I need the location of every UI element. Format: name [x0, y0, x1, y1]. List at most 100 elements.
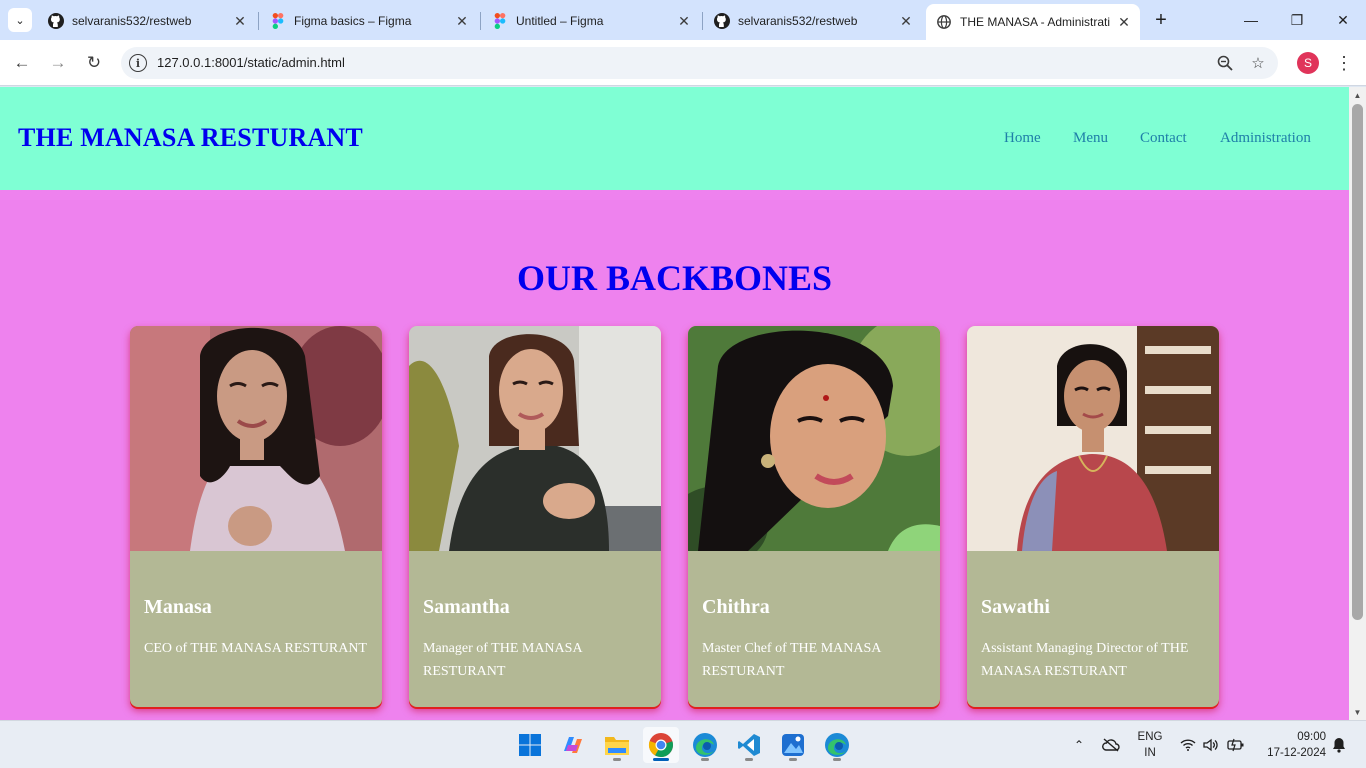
restore-button[interactable]: ❐ — [1277, 6, 1317, 34]
tab-restweb-2[interactable]: selvaranis532/restweb ✕ — [704, 6, 922, 36]
tab-strip: ⌄ selvaranis532/restweb ✕ Figma basics –… — [0, 0, 1366, 40]
running-indicator — [789, 758, 797, 761]
site-info-icon[interactable]: i — [129, 54, 147, 72]
team-card-chithra: Chithra Master Chef of THE MANASA RESTUR… — [688, 326, 940, 707]
team-photo-sawathi — [967, 326, 1219, 551]
scroll-up-arrow-icon[interactable]: ▲ — [1349, 87, 1366, 103]
tab-title: Untitled – Figma — [516, 14, 604, 28]
tab-title: selvaranis532/restweb — [72, 14, 192, 28]
nav-home[interactable]: Home — [1004, 130, 1041, 147]
tab-title: Figma basics – Figma — [294, 14, 412, 28]
team-name: Manasa — [144, 596, 212, 618]
running-indicator — [653, 758, 669, 761]
tab-title: THE MANASA - Administrati — [960, 15, 1111, 29]
forward-button[interactable]: → — [45, 50, 71, 76]
cloud-offline-icon[interactable] — [1100, 721, 1122, 768]
zoom-icon[interactable] — [1215, 53, 1235, 73]
team-role: CEO of THE MANASA RESTURANT — [144, 641, 367, 656]
team-card-samantha: Samantha Manager of THE MANASA RESTURANT — [409, 326, 661, 707]
menu-kebab-icon[interactable]: ⋮ — [1334, 51, 1354, 75]
team-name: Samantha — [423, 596, 510, 618]
running-indicator — [833, 758, 841, 761]
taskbar-clock[interactable]: 09:00 17-12-2024 — [1258, 729, 1326, 761]
arrow-right-icon: → — [49, 53, 67, 72]
tab-separator — [480, 12, 481, 30]
team-role: Assistant Managing Director of THE MANAS… — [981, 641, 1189, 679]
scrollbar-thumb[interactable] — [1352, 104, 1363, 620]
browser-toolbar: ← → ↻ i 127.0.0.1:8001/static/admin.html… — [0, 40, 1366, 86]
vscode-icon[interactable] — [731, 727, 767, 763]
chrome-icon[interactable] — [643, 727, 679, 763]
new-tab-button[interactable]: + — [1150, 8, 1172, 32]
team-card-manasa: Manasa CEO of THE MANASA RESTURANT — [130, 326, 382, 707]
copilot-icon[interactable] — [555, 727, 591, 763]
edge-icon[interactable] — [687, 727, 723, 763]
page-scrollbar[interactable]: ▲ ▼ — [1349, 87, 1366, 720]
tab-restweb-1[interactable]: selvaranis532/restweb ✕ — [38, 6, 256, 36]
volume-icon[interactable] — [1201, 721, 1221, 768]
site-brand[interactable]: THE MANASA RESTURANT — [18, 123, 363, 153]
back-button[interactable]: ← — [9, 50, 35, 76]
close-icon[interactable]: ✕ — [898, 13, 914, 29]
team-name: Chithra — [702, 596, 770, 618]
photos-icon[interactable] — [775, 727, 811, 763]
language-region: IN — [1144, 747, 1156, 759]
url-text[interactable]: 127.0.0.1:8001/static/admin.html — [157, 55, 345, 70]
globe-icon — [936, 14, 952, 30]
close-icon: ✕ — [1337, 11, 1349, 28]
windows-start-icon[interactable] — [512, 727, 548, 763]
team-photo-manasa — [130, 326, 382, 551]
language-code: ENG — [1137, 731, 1163, 743]
reload-icon: ↻ — [86, 53, 102, 72]
clock-time: 09:00 — [1297, 731, 1326, 743]
running-indicator — [745, 758, 753, 761]
close-icon[interactable]: ✕ — [454, 13, 470, 29]
nav-contact[interactable]: Contact — [1140, 130, 1187, 147]
tab-separator — [258, 12, 259, 30]
tab-manasa-admin[interactable]: THE MANASA - Administrati ✕ — [926, 4, 1140, 40]
github-icon — [48, 13, 64, 29]
figma-icon — [492, 13, 508, 29]
file-explorer-icon[interactable] — [599, 727, 635, 763]
team-photo-samantha — [409, 326, 661, 551]
close-icon[interactable]: ✕ — [232, 13, 248, 29]
plus-icon: + — [1155, 8, 1167, 31]
nav-administration[interactable]: Administration — [1220, 130, 1311, 147]
team-role: Master Chef of THE MANASA RESTURANT — [702, 641, 881, 679]
team-name: Sawathi — [981, 596, 1050, 618]
wifi-icon[interactable] — [1178, 721, 1198, 768]
scroll-down-arrow-icon[interactable]: ▼ — [1349, 704, 1366, 720]
clock-date: 17-12-2024 — [1267, 747, 1326, 759]
close-icon[interactable]: ✕ — [1116, 14, 1132, 30]
restore-icon: ❐ — [1290, 11, 1304, 28]
team-photo-chithra — [688, 326, 940, 551]
tab-figma-untitled[interactable]: Untitled – Figma ✕ — [482, 6, 700, 36]
chevron-down-icon: ⌄ — [15, 14, 25, 27]
team-card-sawathi: Sawathi Assistant Managing Director of T… — [967, 326, 1219, 707]
running-indicator — [613, 758, 621, 761]
battery-icon[interactable] — [1225, 721, 1247, 768]
minimize-icon: — — [1244, 12, 1258, 28]
nav-menu[interactable]: Menu — [1073, 130, 1108, 147]
arrow-left-icon: ← — [13, 53, 31, 72]
edge-icon[interactable] — [819, 727, 855, 763]
minimize-button[interactable]: — — [1231, 6, 1271, 34]
figma-icon — [270, 13, 286, 29]
tab-title: selvaranis532/restweb — [738, 14, 858, 28]
page-viewport: THE MANASA RESTURANT Home Menu Contact A… — [0, 87, 1349, 720]
profile-avatar[interactable]: S — [1297, 52, 1319, 74]
tab-separator — [702, 12, 703, 30]
chevron-up-icon[interactable]: ⌃ — [1070, 721, 1088, 768]
reload-button[interactable]: ↻ — [81, 50, 107, 76]
tab-figma-basics[interactable]: Figma basics – Figma ✕ — [260, 6, 478, 36]
windows-taskbar: ⌃ ENG IN 09:00 17-12-2024 — [0, 720, 1366, 768]
notification-bell-icon[interactable] — [1330, 721, 1348, 768]
address-bar[interactable]: i 127.0.0.1:8001/static/admin.html ☆ — [121, 47, 1278, 79]
close-icon[interactable]: ✕ — [676, 13, 692, 29]
tab-search-button[interactable]: ⌄ — [8, 8, 32, 32]
close-window-button[interactable]: ✕ — [1323, 6, 1363, 34]
github-icon — [714, 13, 730, 29]
section-title: OUR BACKBONES — [516, 258, 833, 298]
bookmark-star-icon[interactable]: ☆ — [1248, 53, 1268, 73]
input-language[interactable]: ENG IN — [1134, 729, 1166, 761]
